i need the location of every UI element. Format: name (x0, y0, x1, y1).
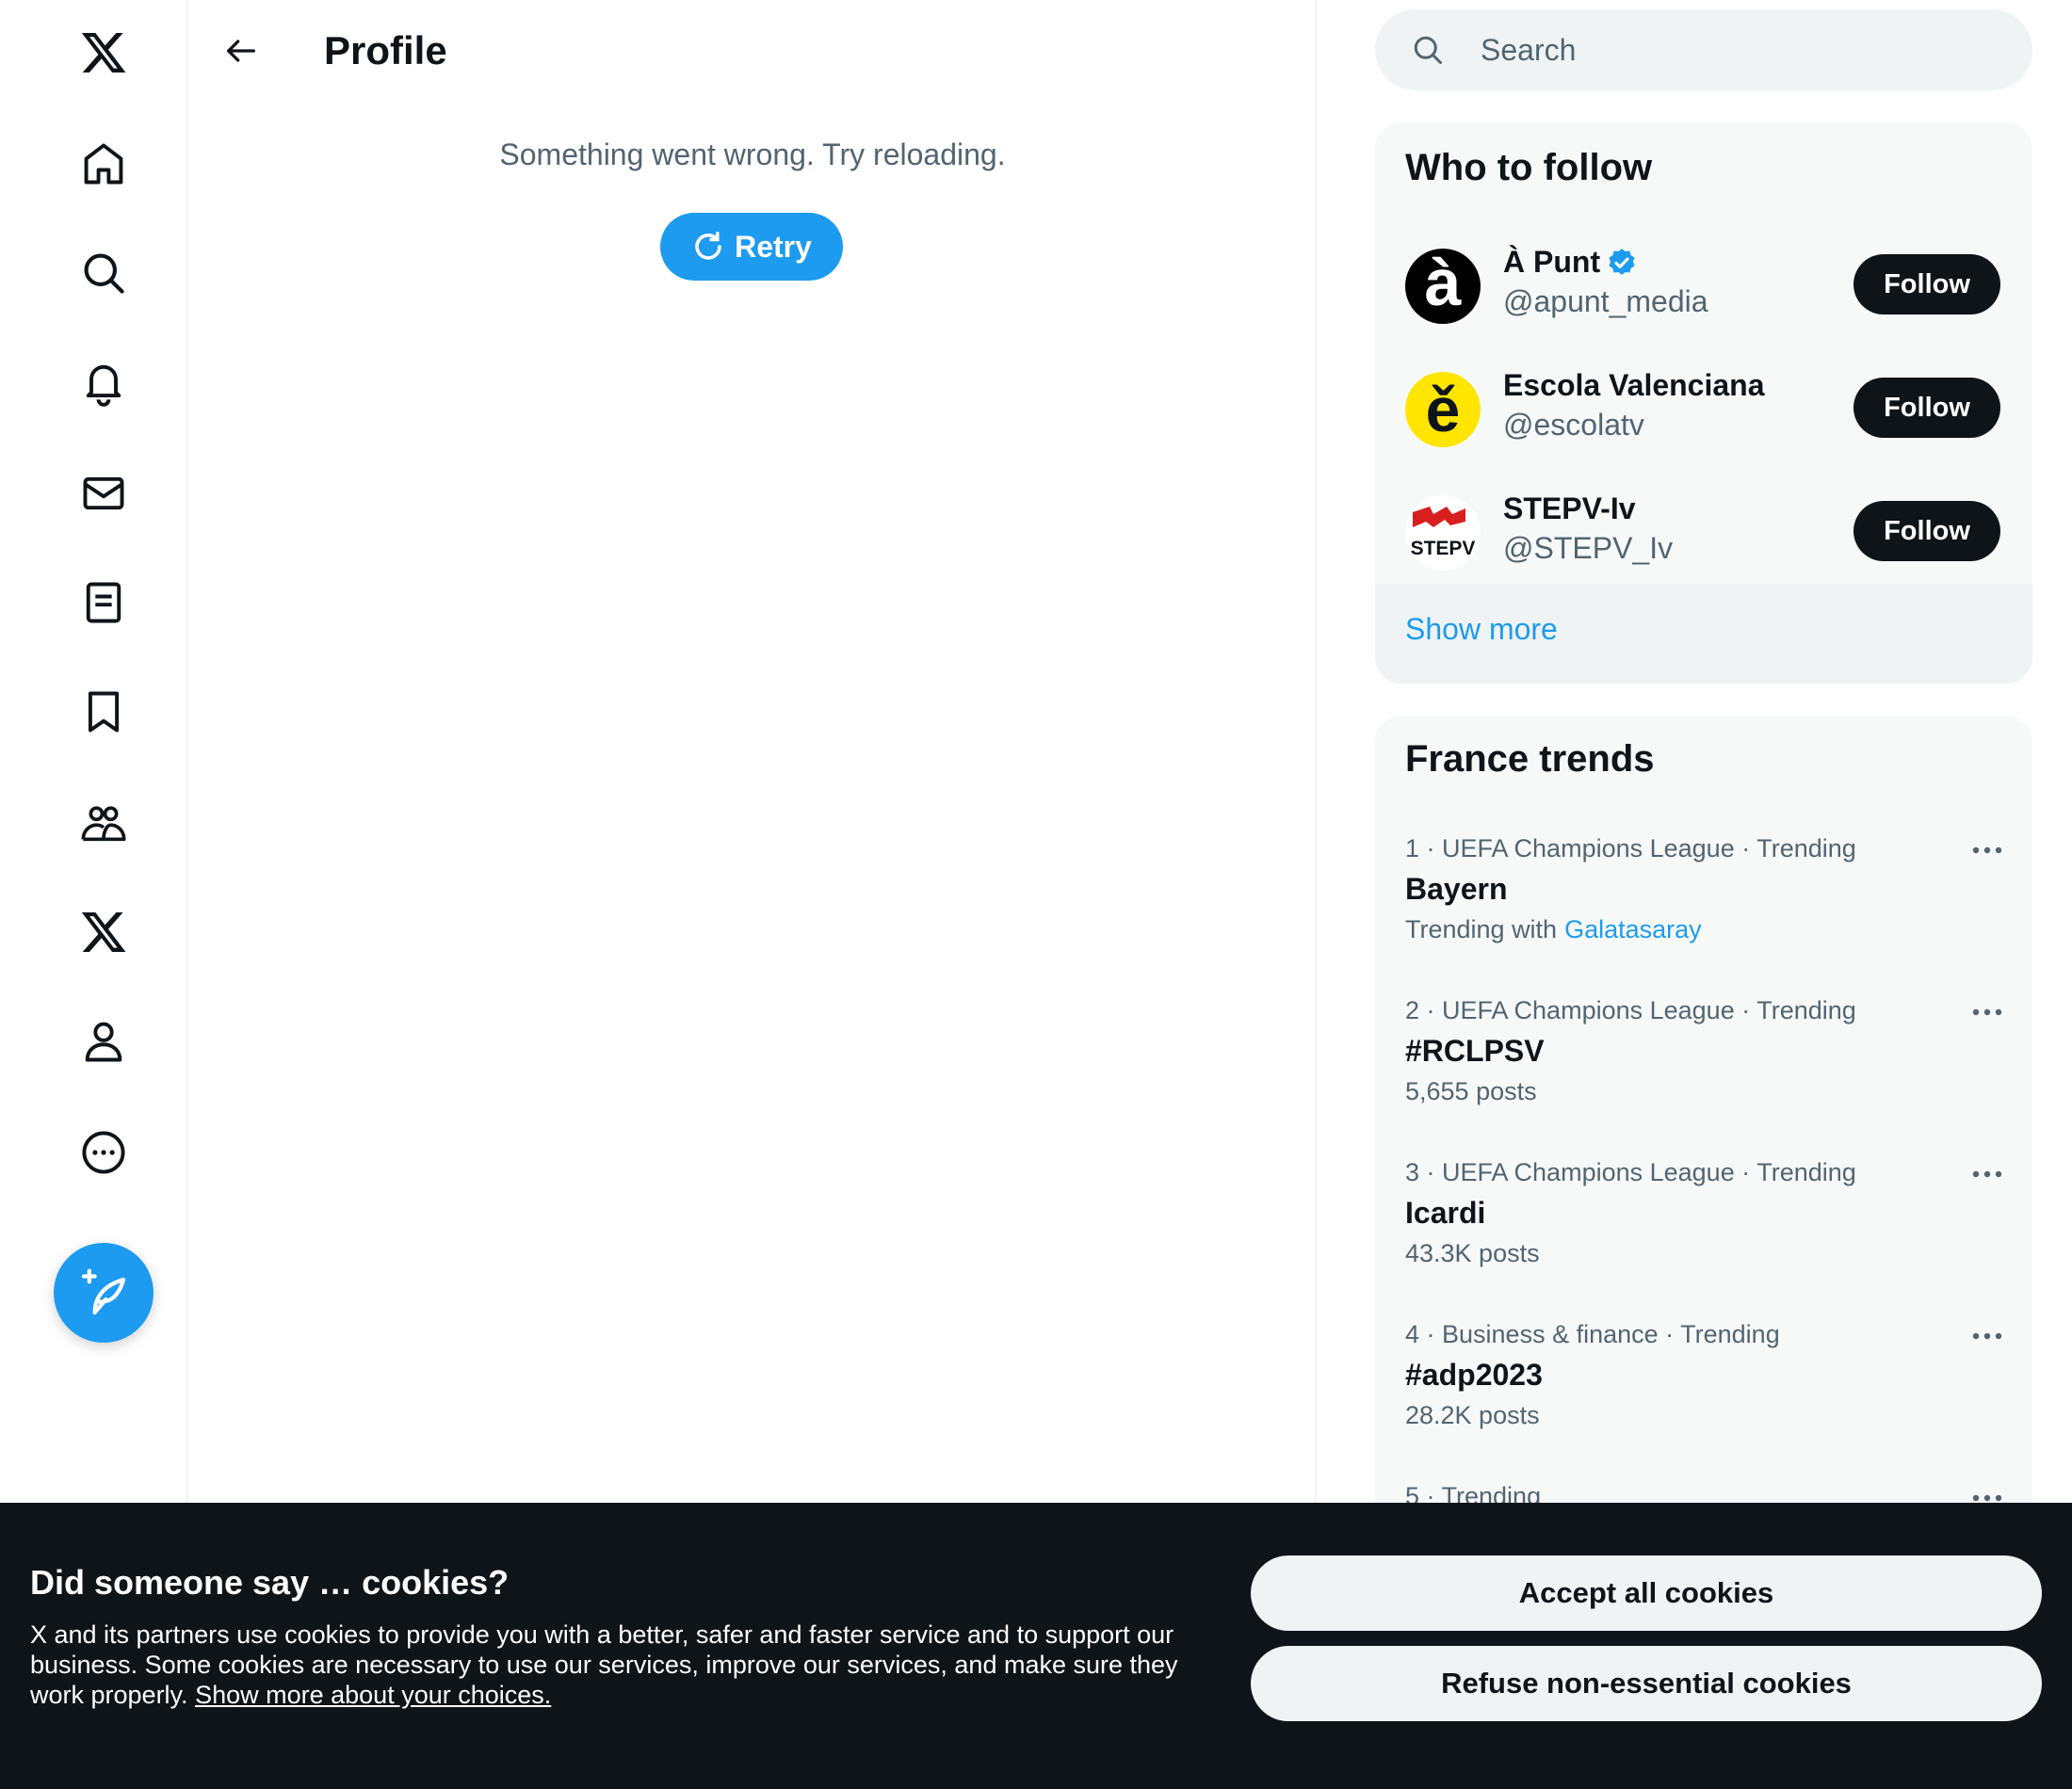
follow-button[interactable]: Follow (1853, 501, 2000, 561)
trend-meta: 1 · UEFA Champions League · Trending (1405, 834, 1856, 862)
search-icon (1414, 36, 1442, 64)
stepv-logo-icon: STEPV (1411, 507, 1476, 559)
trend-name: Bayern (1405, 872, 1508, 906)
more-icon[interactable] (66, 1115, 141, 1190)
avatar[interactable]: à (1405, 249, 1481, 324)
verified-badge-icon (1609, 248, 1635, 275)
trend-name: Icardi (1405, 1196, 1486, 1230)
trend-sub: Trending with Galatasaray (1405, 915, 1702, 943)
trend-post-count: 28.2K posts (1405, 1401, 1540, 1429)
trends-title: France trends (1405, 738, 1655, 780)
account-handle: @STEPV_Iv (1503, 531, 1674, 565)
communities-icon[interactable] (66, 785, 141, 861)
back-button[interactable] (215, 24, 267, 77)
account-name[interactable]: Escola Valenciana (1503, 368, 1765, 403)
cookie-title: Did someone say … cookies? (30, 1563, 510, 1602)
svg-text:STEPV: STEPV (1411, 538, 1476, 559)
trends-card: France trends 1 · UEFA Champions League … (1375, 716, 2032, 1563)
arrow-left-icon (227, 40, 255, 62)
trend-item[interactable]: 4 · Business & finance · Trending #adp20… (1375, 1320, 2032, 1482)
lists-icon[interactable] (66, 565, 141, 640)
cookie-text: X and its partners use cookies to provid… (30, 1620, 1178, 1709)
cookie-banner: Did someone say … cookies? X and its par… (0, 1503, 2072, 1789)
retry-label: Retry (735, 229, 812, 264)
search-icon[interactable] (66, 235, 141, 311)
more-options-icon[interactable] (1968, 998, 2006, 1026)
trend-item[interactable]: 3 · UEFA Champions League · Trending Ica… (1375, 1158, 2032, 1320)
follow-suggestion[interactable]: à À Punt @apunt_media Follow (1375, 226, 2032, 349)
show-more-link[interactable]: Show more (1405, 612, 1558, 647)
mail-icon[interactable] (66, 456, 141, 531)
trend-name: #RCLPSV (1405, 1034, 1545, 1068)
compose-feather-icon (81, 1268, 126, 1315)
page-title: Profile (324, 28, 447, 73)
trend-meta: 3 · UEFA Champions League · Trending (1405, 1158, 1856, 1186)
home-icon[interactable] (66, 126, 141, 201)
compose-button[interactable] (54, 1243, 154, 1343)
premium-x-icon[interactable] (66, 894, 141, 970)
refresh-icon (695, 231, 721, 260)
more-options-icon[interactable] (1968, 1322, 2006, 1350)
trend-meta: 4 · Business & finance · Trending (1405, 1320, 1780, 1348)
trend-link[interactable]: Galatasaray (1564, 915, 1702, 943)
bell-icon[interactable] (66, 345, 141, 420)
who-to-follow-card: Who to follow à À Punt @apunt_media Foll… (1375, 122, 2032, 684)
account-handle: @apunt_media (1503, 284, 1708, 318)
accept-cookies-button[interactable]: Accept all cookies (1251, 1555, 2042, 1631)
follow-button[interactable]: Follow (1853, 378, 2000, 438)
trend-item[interactable]: 1 · UEFA Champions League · Trending Bay… (1375, 834, 2032, 996)
trend-post-count: 43.3K posts (1405, 1239, 1540, 1267)
follow-suggestion[interactable]: ě Escola Valenciana @escolatv Follow (1375, 349, 2032, 473)
account-name[interactable]: STEPV-Iv (1503, 492, 1636, 526)
search-input[interactable] (1481, 32, 2008, 68)
x-logo-icon[interactable] (66, 15, 141, 90)
profile-icon[interactable] (66, 1004, 141, 1079)
bookmark-icon[interactable] (66, 674, 141, 749)
trend-meta: 2 · UEFA Champions League · Trending (1405, 996, 1856, 1024)
account-name[interactable]: À Punt (1503, 245, 1638, 280)
avatar[interactable]: ě (1405, 372, 1481, 447)
who-to-follow-title: Who to follow (1405, 147, 1653, 188)
error-message: Something went wrong. Try reloading. (499, 137, 1006, 171)
avatar[interactable]: STEPV (1405, 495, 1481, 571)
follow-button[interactable]: Follow (1853, 254, 2000, 314)
account-handle: @escolatv (1503, 408, 1644, 442)
trend-post-count: 5,655 posts (1405, 1077, 1537, 1105)
more-options-icon[interactable] (1968, 836, 2006, 864)
retry-button[interactable]: Retry (660, 213, 843, 281)
trend-item[interactable]: 2 · UEFA Champions League · Trending #RC… (1375, 996, 2032, 1158)
show-more-area[interactable]: Show more (1375, 584, 2032, 684)
more-options-icon[interactable] (1968, 1160, 2006, 1188)
refuse-cookies-button[interactable]: Refuse non-essential cookies (1251, 1646, 2042, 1721)
follow-suggestion[interactable]: STEPV STEPV-Iv @STEPV_Iv Follow (1375, 473, 2032, 596)
trend-name: #adp2023 (1405, 1358, 1543, 1392)
search-bar[interactable] (1375, 9, 2032, 90)
cookie-choices-link[interactable]: Show more about your choices. (195, 1681, 551, 1709)
